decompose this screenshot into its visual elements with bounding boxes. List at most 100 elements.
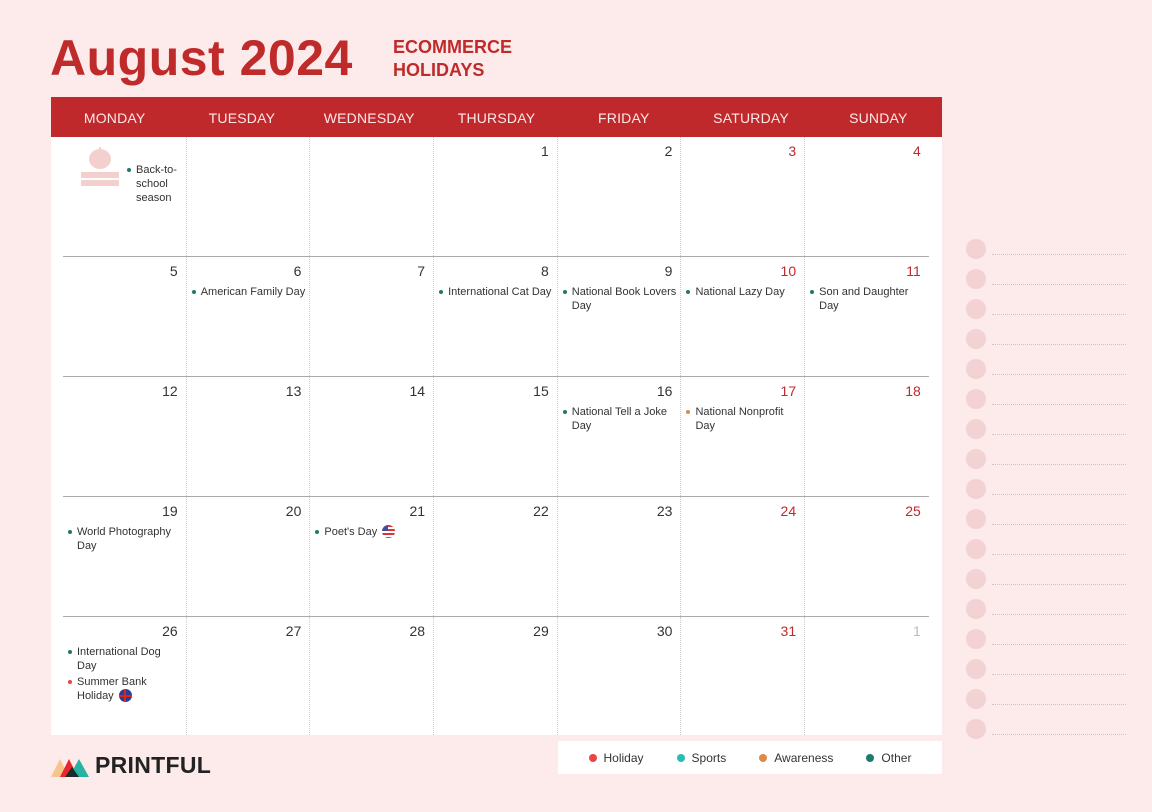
day-cell[interactable]: 19 World Photography Day xyxy=(63,497,187,616)
weekday-label: TUESDAY xyxy=(208,110,276,126)
checkbox-circle-icon[interactable] xyxy=(966,419,986,439)
checkbox-circle-icon[interactable] xyxy=(966,509,986,529)
dotted-line xyxy=(992,614,1126,615)
event-item[interactable]: American Family Day xyxy=(191,285,306,299)
event-item[interactable]: Son and Daughter Day xyxy=(810,285,925,313)
checkbox-circle-icon[interactable] xyxy=(966,569,986,589)
day-cell[interactable]: 29 xyxy=(434,617,558,735)
event-item[interactable]: National Book Lovers Day xyxy=(562,285,677,313)
day-cell[interactable]: 4 xyxy=(805,137,929,256)
legend-dot-icon xyxy=(866,753,875,762)
legend-label: Other xyxy=(881,750,912,765)
day-cell[interactable]: 1 xyxy=(434,137,558,256)
day-cell[interactable]: 8 International Cat Day xyxy=(434,257,558,376)
day-cell[interactable]: 22 xyxy=(434,497,558,616)
checkbox-circle-icon[interactable] xyxy=(966,599,986,619)
event-item[interactable]: Poet's Day xyxy=(315,525,429,539)
event-list: Son and Daughter Day xyxy=(810,285,925,315)
day-cell[interactable]: 6 American Family Day xyxy=(187,257,311,376)
event-list: International Dog Day Summer Bank Holiday xyxy=(68,645,182,705)
day-cell[interactable]: 26 International Dog Day Summer Bank Holid… xyxy=(63,617,187,735)
day-number: 3 xyxy=(788,143,797,159)
day-cell[interactable]: 31 xyxy=(681,617,806,735)
event-item[interactable]: Summer Bank Holiday xyxy=(68,675,182,703)
dotted-line xyxy=(992,434,1126,435)
day-number: 11 xyxy=(906,263,921,279)
event-label: Poet's Day xyxy=(324,526,378,538)
day-cell[interactable]: 28 xyxy=(310,617,435,735)
day-cell[interactable]: 7 xyxy=(310,257,435,376)
legend-item-holiday: Holiday xyxy=(588,751,644,765)
day-cell[interactable] xyxy=(310,137,435,256)
day-number: 1 xyxy=(540,143,549,159)
checkbox-circle-icon[interactable] xyxy=(966,359,986,379)
day-cell[interactable]: Back-to-school season xyxy=(63,137,187,256)
checkbox-circle-icon[interactable] xyxy=(966,479,986,499)
day-number: 10 xyxy=(780,263,797,279)
week-row: 26 International Dog Day Summer Bank Holid… xyxy=(63,617,929,735)
apple-books-icon xyxy=(79,147,121,187)
day-cell[interactable]: 3 xyxy=(681,137,806,256)
checkbox-circle-icon[interactable] xyxy=(966,239,986,259)
day-cell[interactable]: 2 xyxy=(558,137,682,256)
checkbox-circle-icon[interactable] xyxy=(966,689,986,709)
dotted-line xyxy=(992,524,1126,525)
day-number: 5 xyxy=(169,263,178,279)
day-cell[interactable]: 21 Poet's Day xyxy=(310,497,435,616)
checkbox-circle-icon[interactable] xyxy=(966,719,986,739)
event-item[interactable]: National Nonprofit Day xyxy=(686,405,800,433)
day-cell[interactable]: 16 National Tell a Joke Day xyxy=(558,377,682,496)
day-cell[interactable] xyxy=(187,137,311,256)
dotted-line xyxy=(992,464,1126,465)
day-cell[interactable]: 25 xyxy=(805,497,929,616)
day-number: 6 xyxy=(293,263,302,279)
subtitle-line-2: HOLIDAYS xyxy=(393,60,485,80)
day-number: 15 xyxy=(533,383,549,399)
day-cell[interactable]: 23 xyxy=(558,497,682,616)
day-number: 17 xyxy=(780,383,797,399)
event-item[interactable]: World Photography Day xyxy=(68,525,182,553)
day-cell[interactable]: 13 xyxy=(187,377,311,496)
event-item[interactable]: Back-to-school season xyxy=(127,163,182,205)
event-label: National Lazy Day xyxy=(695,286,785,298)
day-cell[interactable]: 11 Son and Daughter Day xyxy=(805,257,929,376)
day-cell[interactable]: 15 xyxy=(434,377,558,496)
day-cell[interactable]: 9 National Book Lovers Day xyxy=(558,257,682,376)
day-cell[interactable]: 12 xyxy=(63,377,187,496)
weekday-header: MONDAY TUESDAY WEDNESDAY THURSDAY FRIDAY SATU… xyxy=(51,97,942,137)
day-cell[interactable]: 5 xyxy=(63,257,187,376)
day-number: 23 xyxy=(656,503,673,519)
event-item[interactable]: National Tell a Joke Day xyxy=(562,405,677,433)
day-cell[interactable]: 10 National Lazy Day xyxy=(681,257,806,376)
calendar-grid: Back-to-school season 1 2 3 4 5 6 American Fami… xyxy=(63,137,929,735)
event-item[interactable]: National Lazy Day xyxy=(686,285,800,299)
event-item[interactable]: International Cat Day xyxy=(439,285,553,299)
checkbox-circle-icon[interactable] xyxy=(966,389,986,409)
day-number: 4 xyxy=(913,143,921,159)
day-cell[interactable]: 30 xyxy=(558,617,682,735)
checkbox-circle-icon[interactable] xyxy=(966,449,986,469)
page-title: August 2024 xyxy=(50,30,353,86)
weekday-label: FRIDAY xyxy=(598,110,650,126)
checkbox-circle-icon[interactable] xyxy=(966,269,986,289)
day-number: 14 xyxy=(409,383,426,399)
checkbox-circle-icon[interactable] xyxy=(966,329,986,349)
day-cell[interactable]: 27 xyxy=(187,617,311,735)
checkbox-circle-icon[interactable] xyxy=(966,539,986,559)
event-label: National Book Lovers Day xyxy=(571,286,677,312)
day-cell[interactable]: 18 xyxy=(805,377,929,496)
event-label: National Tell a Joke Day xyxy=(571,406,667,432)
weekday-label: THURSDAY xyxy=(457,110,536,126)
legend-dot-icon xyxy=(588,753,597,762)
day-cell[interactable]: 14 xyxy=(310,377,435,496)
checkbox-circle-icon[interactable] xyxy=(966,659,986,679)
week-row: 12 13 14 15 16 National Tell a Joke Day 17 Nati… xyxy=(63,377,929,497)
checkbox-circle-icon[interactable] xyxy=(966,299,986,319)
day-cell[interactable]: 20 xyxy=(187,497,311,616)
day-cell[interactable]: 1 xyxy=(805,617,929,735)
page-subtitle: ECOMMERCE HOLIDAYS xyxy=(393,36,512,82)
day-cell[interactable]: 24 xyxy=(681,497,806,616)
event-item[interactable]: International Dog Day xyxy=(68,645,182,673)
checkbox-circle-icon[interactable] xyxy=(966,629,986,649)
day-cell[interactable]: 17 National Nonprofit Day xyxy=(681,377,806,496)
